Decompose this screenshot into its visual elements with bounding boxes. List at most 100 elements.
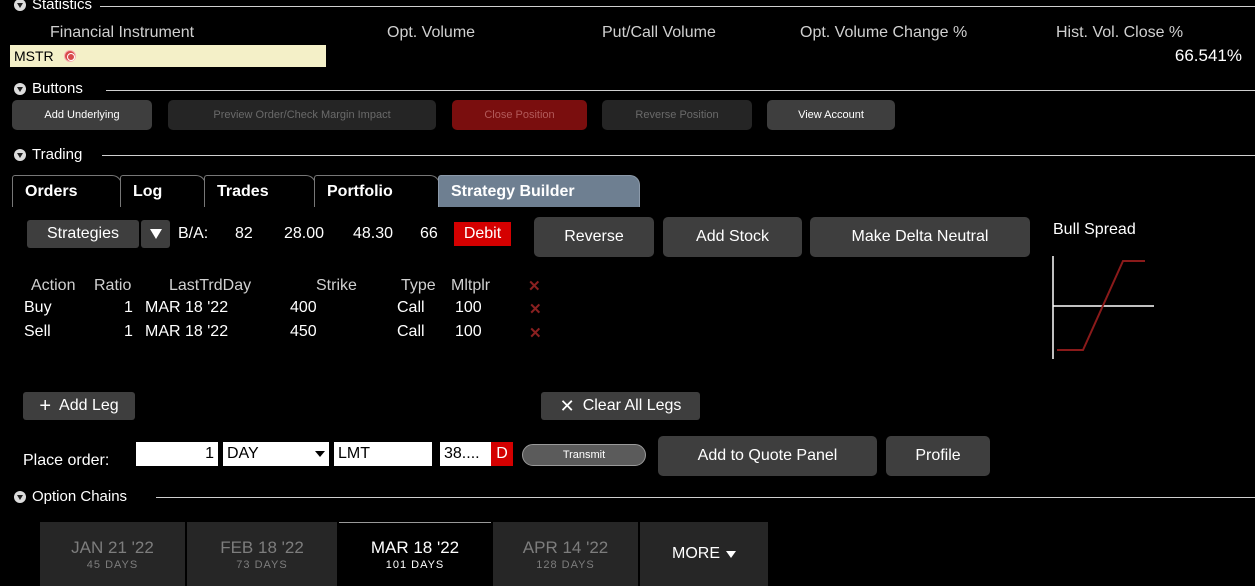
strategies-dropdown-icon[interactable] <box>141 220 170 248</box>
add-to-quote-panel-button[interactable]: Add to Quote Panel <box>658 436 877 476</box>
close-position-button[interactable]: Close Position <box>452 100 587 130</box>
tab-orders[interactable]: Orders <box>12 175 122 207</box>
section-divider <box>100 6 1255 7</box>
expiry-tab[interactable]: JAN 21 '22 45 DAYS <box>40 522 185 586</box>
expiry-days: 128 DAYS <box>536 558 595 571</box>
leg-action: Buy <box>24 299 52 316</box>
ask-price: 48.30 <box>353 225 394 242</box>
leg-strike: 450 <box>290 323 317 340</box>
collapse-triangle-icon <box>14 0 26 11</box>
leg-type: Call <box>397 323 425 340</box>
tab-label: Orders <box>25 182 78 200</box>
leg-strike: 400 <box>290 299 317 316</box>
instrument-symbol: MSTR <box>14 48 54 64</box>
more-expiries-button[interactable]: MORE <box>640 522 768 586</box>
col-financial-instrument: Financial Instrument <box>50 24 195 41</box>
contract-status-icon[interactable] <box>63 50 76 62</box>
expiry-tab-active[interactable]: MAR 18 '22 101 DAYS <box>339 522 491 586</box>
tab-strategy-builder[interactable]: Strategy Builder <box>438 175 640 207</box>
collapse-triangle-icon <box>14 148 26 161</box>
profile-button[interactable]: Profile <box>886 436 990 476</box>
buttons-section-header[interactable]: Buttons <box>14 80 83 97</box>
col-action: Action <box>31 277 76 294</box>
col-opt-volume: Opt. Volume <box>387 24 476 41</box>
limit-price-input[interactable]: 38.... <box>440 442 492 466</box>
leg-action: Sell <box>24 323 51 340</box>
col-opt-volume-change: Opt. Volume Change % <box>800 24 968 41</box>
clear-all-legs-label: Clear All Legs <box>582 397 682 414</box>
reverse-button[interactable]: Reverse <box>534 217 654 257</box>
expiry-date: MAR 18 '22 <box>370 538 460 557</box>
tab-label: Portfolio <box>327 182 393 200</box>
leg-mltplr: 100 <box>455 323 482 340</box>
trading-section-header[interactable]: Trading <box>14 146 82 163</box>
expiry-tab[interactable]: FEB 18 '22 73 DAYS <box>187 522 337 586</box>
ask-size: 66 <box>420 225 438 242</box>
expiry-date: JAN 21 '22 <box>71 537 154 557</box>
expiry-date: FEB 18 '22 <box>220 537 304 557</box>
expiry-tab[interactable]: APR 14 '22 128 DAYS <box>493 522 638 586</box>
make-delta-neutral-button[interactable]: Make Delta Neutral <box>810 217 1030 257</box>
transmit-button[interactable]: Transmit <box>522 444 646 466</box>
section-divider <box>102 155 1255 156</box>
more-label: MORE <box>672 545 720 562</box>
trading-tabs: Orders Log Trades Portfolio Strategy Bui… <box>12 175 1255 207</box>
chevron-down-icon <box>315 451 325 457</box>
bid-ask-label: B/A: <box>178 225 209 242</box>
bid-size: 82 <box>235 225 253 242</box>
tif-value: DAY <box>227 445 259 462</box>
add-underlying-button[interactable]: Add Underlying <box>12 100 152 130</box>
remove-leg-x-icon[interactable]: ✕ <box>529 300 542 318</box>
col-put-call-volume: Put/Call Volume <box>602 24 716 41</box>
option-chains-section-header[interactable]: Option Chains <box>14 488 127 505</box>
leg-last-trd-day: MAR 18 '22 <box>145 323 229 340</box>
collapse-triangle-icon <box>14 82 26 95</box>
add-leg-button[interactable]: + Add Leg <box>23 392 135 420</box>
payoff-chart-title: Bull Spread <box>1053 221 1136 238</box>
collapse-triangle-icon <box>14 490 26 503</box>
tab-label: Trades <box>217 182 269 200</box>
close-icon: ✕ <box>559 395 575 416</box>
statistics-title: Statistics <box>32 0 93 13</box>
instrument-row[interactable]: MSTR <box>10 45 326 67</box>
bull-spread-payoff-chart <box>1052 256 1154 359</box>
view-account-button[interactable]: View Account <box>767 100 895 130</box>
clear-all-legs-button[interactable]: ✕ Clear All Legs <box>541 392 700 420</box>
col-strike: Strike <box>316 277 357 294</box>
col-type: Type <box>401 277 436 294</box>
tif-select[interactable]: DAY <box>223 442 329 466</box>
quantity-input[interactable]: 1 <box>136 442 218 466</box>
tab-label: Log <box>133 182 163 200</box>
col-lasttrdday: LastTrdDay <box>169 277 252 294</box>
place-order-label: Place order: <box>23 452 110 469</box>
col-mltplr: Mltplr <box>451 277 491 294</box>
tab-log[interactable]: Log <box>120 175 206 207</box>
order-type-select[interactable]: LMT <box>334 442 432 466</box>
buttons-title: Buttons <box>32 80 83 97</box>
leg-ratio: 1 <box>124 323 133 340</box>
col-hist-vol-close: Hist. Vol. Close % <box>1056 24 1184 41</box>
reverse-position-button[interactable]: Reverse Position <box>602 100 752 130</box>
remove-leg-x-icon[interactable]: ✕ <box>529 324 542 342</box>
add-stock-button[interactable]: Add Stock <box>663 217 802 257</box>
expiry-days: 73 DAYS <box>236 558 288 571</box>
leg-ratio: 1 <box>124 299 133 316</box>
remove-all-x-icon[interactable]: ✕ <box>528 277 541 295</box>
expiry-days: 45 DAYS <box>86 558 139 571</box>
tab-portfolio[interactable]: Portfolio <box>314 175 440 207</box>
leg-mltplr: 100 <box>455 299 482 316</box>
strategies-button[interactable]: Strategies <box>27 220 139 248</box>
expiry-date: APR 14 '22 <box>522 537 609 557</box>
statistics-section-header[interactable]: Statistics <box>14 0 92 13</box>
leg-last-trd-day: MAR 18 '22 <box>145 299 229 316</box>
price-display-badge[interactable]: D <box>491 442 513 466</box>
tab-trades[interactable]: Trades <box>204 175 316 207</box>
expiry-days: 101 DAYS <box>385 559 445 571</box>
tab-label: Strategy Builder <box>451 182 575 200</box>
debit-badge: Debit <box>454 222 511 246</box>
plus-icon: + <box>39 394 52 417</box>
col-ratio: Ratio <box>94 277 132 294</box>
leg-type: Call <box>397 299 425 316</box>
hist-vol-value: 66.541% <box>1174 46 1242 65</box>
preview-order-button[interactable]: Preview Order/Check Margin Impact <box>168 100 436 130</box>
